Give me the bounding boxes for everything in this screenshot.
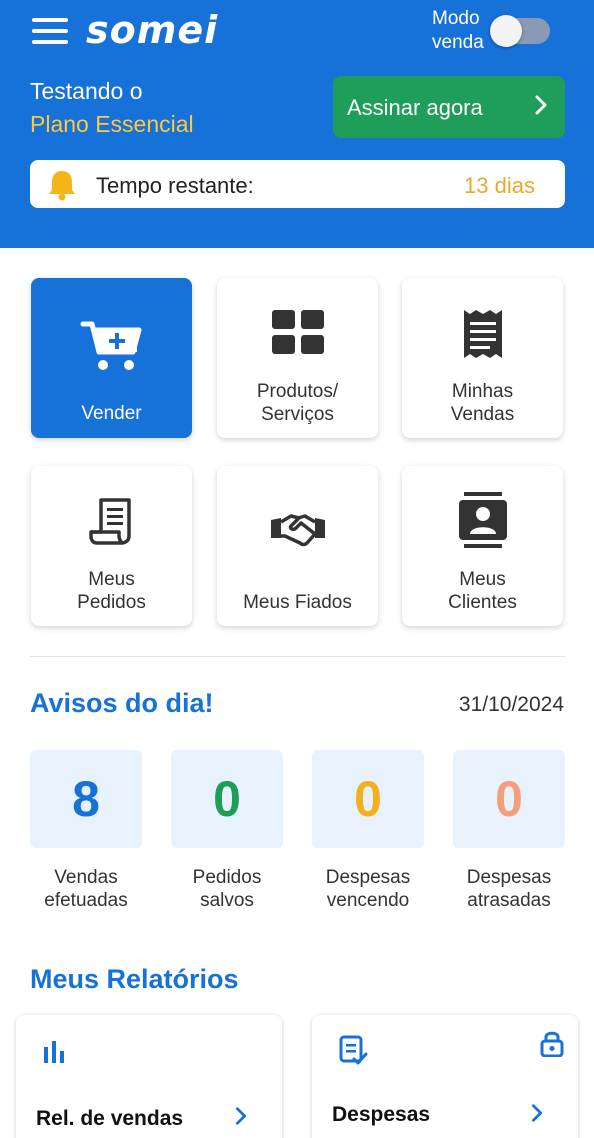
reports-title: Meus Relatórios (30, 964, 239, 994)
time-remaining-value: 13 dias (464, 173, 535, 198)
stat-label-line2: efetuadas (44, 890, 128, 911)
order-doc-icon (88, 498, 131, 545)
chevron-right-icon (535, 95, 547, 115)
stat-label-vendas: Vendas efetuadas (20, 866, 152, 912)
tile-label-line2: Pedidos (77, 592, 146, 613)
stat-label-despesas-atrasadas: Despesas atrasadas (443, 866, 575, 912)
expense-doc-icon (339, 1035, 368, 1065)
time-remaining-label: Tempo restante: (96, 173, 254, 198)
tile-label: Meus Fiados (243, 592, 352, 613)
lock-icon (540, 1031, 564, 1057)
stat-label-line2: salvos (200, 890, 254, 911)
tile-minhas-vendas[interactable]: Minhas Vendas (402, 278, 563, 438)
tile-label-line2: Serviços (261, 404, 334, 425)
tile-label-line1: Meus (88, 569, 135, 590)
stat-pedidos-salvos[interactable]: 0 (171, 750, 283, 848)
contacts-icon (458, 492, 507, 548)
subscribe-now-label: Assinar agora (347, 95, 483, 120)
subscribe-now-button[interactable]: Assinar agora (333, 76, 565, 138)
notices-title: Avisos do dia! (30, 688, 214, 718)
mode-label-line2: venda (432, 32, 484, 53)
stat-label-line1: Vendas (54, 867, 118, 888)
report-label: Despesas (332, 1103, 431, 1126)
time-remaining-bar: Tempo restante: 13 dias (30, 160, 565, 208)
tile-label-line2: Clientes (448, 592, 517, 613)
stat-label-line1: Pedidos (192, 867, 262, 888)
tile-meus-pedidos[interactable]: Meus Pedidos (31, 466, 192, 626)
receipt-icon (463, 310, 502, 358)
report-card-vendas[interactable]: Rel. de vendas (16, 1015, 282, 1138)
toggle-knob (490, 15, 522, 47)
bell-icon (49, 171, 75, 201)
stat-label-pedidos: Pedidos salvos (161, 866, 293, 912)
stat-label-line2: atrasadas (467, 890, 551, 911)
stat-label-line2: vencendo (326, 890, 410, 911)
grid-icon (271, 310, 324, 354)
tile-label-line2: Vendas (450, 404, 515, 425)
chevron-right-icon (235, 1107, 247, 1125)
somei-logo: somei (86, 8, 219, 52)
trial-text: Testando o (30, 78, 143, 104)
stat-despesas-atrasadas[interactable]: 0 (453, 750, 565, 848)
cart-add-icon (80, 321, 141, 370)
plan-name: Plano Essencial (30, 111, 194, 137)
notices-date: 31/10/2024 (458, 693, 564, 716)
report-card-despesas[interactable]: Despesas (312, 1015, 578, 1138)
stat-vendas-efetuadas[interactable]: 8 (30, 750, 142, 848)
stat-label-line1: Despesas (466, 867, 552, 888)
tile-produtos-servicos[interactable]: Produtos/ Serviços (217, 278, 378, 438)
tile-vender[interactable]: Vender (31, 278, 192, 438)
report-label: Rel. de vendas (36, 1107, 184, 1130)
stat-label-despesas-vencendo: Despesas vencendo (302, 866, 434, 912)
handshake-icon (270, 514, 325, 547)
hamburger-menu-icon[interactable] (32, 18, 68, 46)
mode-label-line1: Modo (432, 8, 480, 29)
tile-label: Vender (81, 403, 142, 424)
app-header: somei Modo venda Testando o Plano Essenc… (0, 0, 594, 248)
bar-chart-icon (44, 1041, 64, 1063)
tile-meus-clientes[interactable]: Meus Clientes (402, 466, 563, 626)
tile-label-line1: Meus (459, 569, 506, 590)
tile-meus-fiados[interactable]: Meus Fiados (217, 466, 378, 626)
stat-label-line1: Despesas (325, 867, 411, 888)
chevron-right-icon (531, 1104, 543, 1122)
sale-mode-toggle[interactable] (490, 15, 550, 47)
tile-label-line1: Minhas (451, 381, 514, 402)
mode-label: Modo venda (432, 7, 484, 55)
stat-despesas-vencendo[interactable]: 0 (312, 750, 424, 848)
section-divider (30, 656, 565, 657)
tile-label-line1: Produtos/ (256, 381, 339, 402)
